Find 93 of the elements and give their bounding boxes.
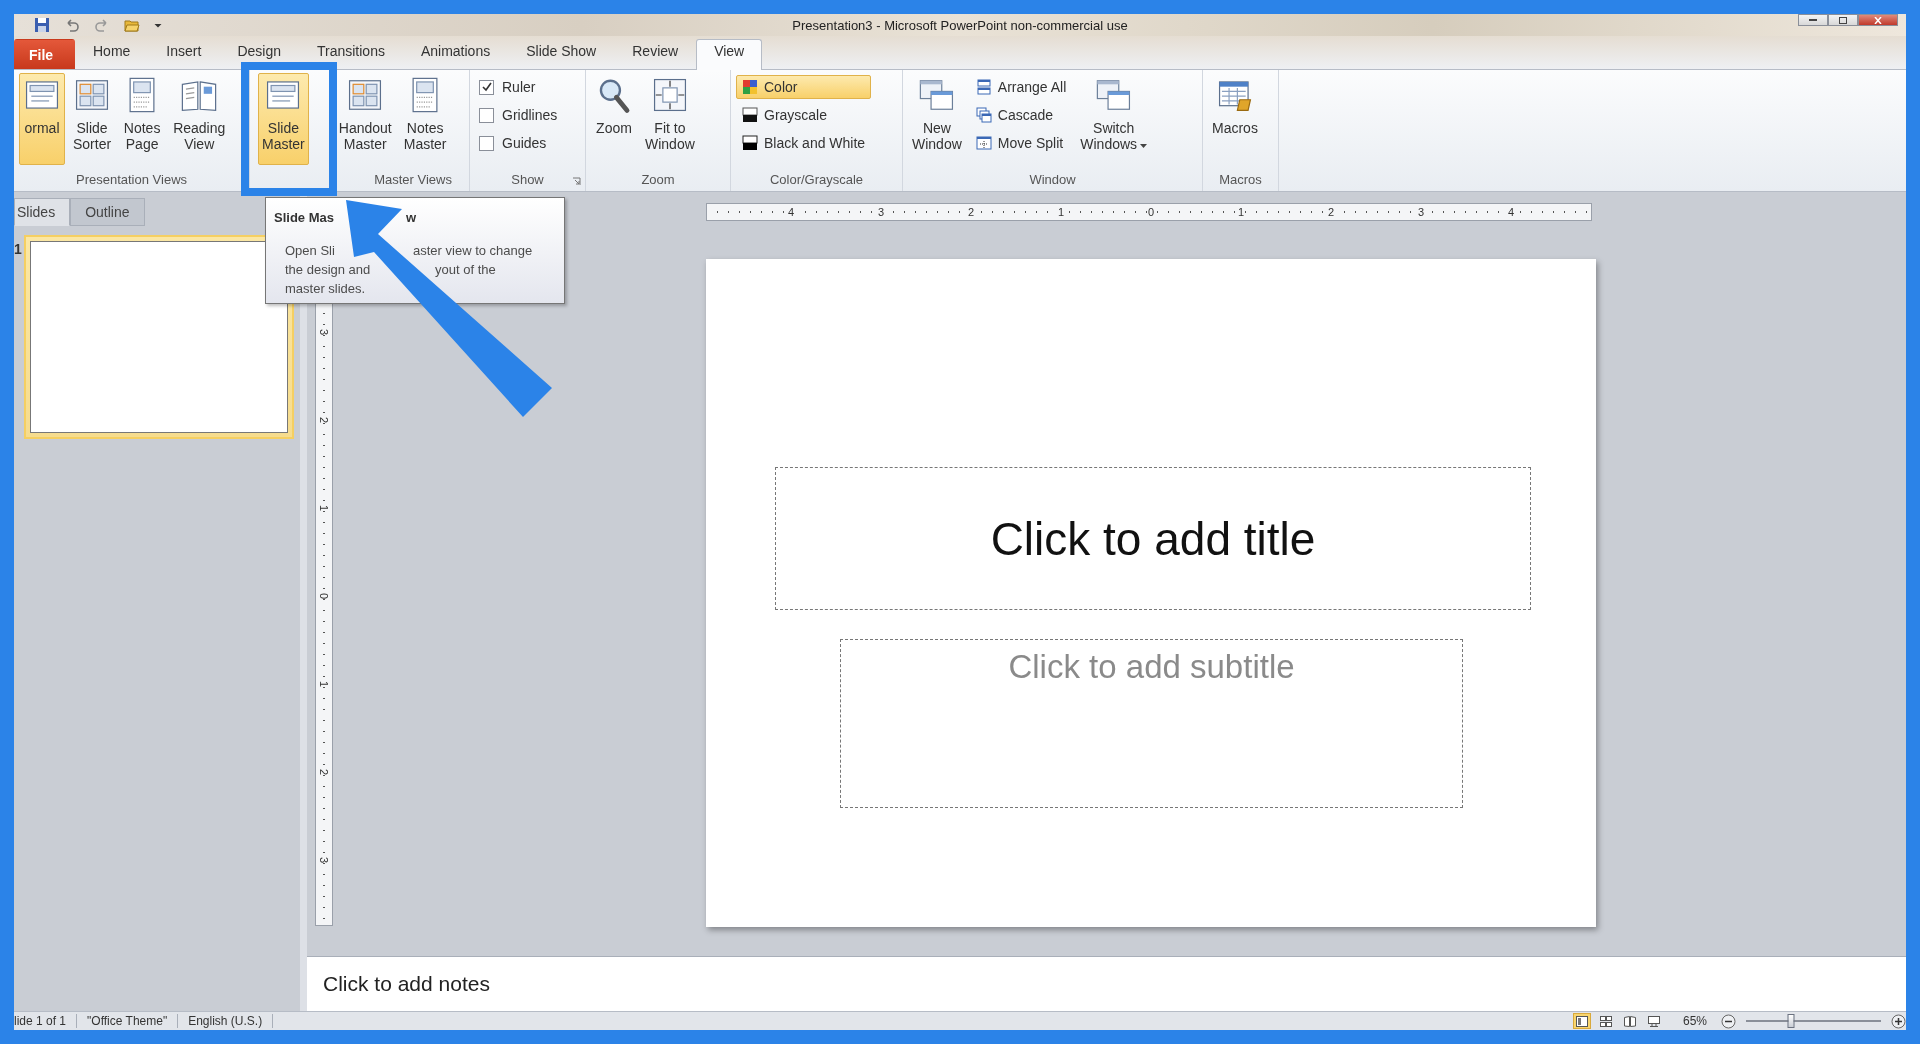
ribbon-tab[interactable]: Design [219, 39, 299, 69]
tooltip-text: Open Sli [285, 242, 335, 260]
ruler-number: 3 [318, 328, 330, 336]
folder-icon[interactable] [124, 17, 140, 33]
save-icon[interactable] [34, 17, 50, 33]
ribbon-button[interactable]: Move Split [969, 131, 1073, 155]
group-label: Zoom [641, 171, 675, 189]
ruler-number: 3 [318, 856, 330, 864]
ribbon-button[interactable]: Macros [1208, 73, 1262, 165]
pane-tab[interactable]: Slides [14, 198, 71, 226]
ribbon-button[interactable]: Slide Sorter [69, 73, 116, 165]
ruler-number: 4 [1506, 206, 1516, 218]
ribbon-tab[interactable]: Home [75, 39, 149, 69]
group-label: Window [1029, 171, 1076, 189]
ribbon-button[interactable]: Fit to Window [641, 73, 699, 165]
slider-thumb[interactable] [1787, 1014, 1795, 1028]
checkbox-label: Guides [502, 135, 547, 151]
minimize-button[interactable] [1798, 14, 1828, 26]
swatch-icon [742, 135, 758, 151]
tooltip-text: the design and [285, 261, 371, 279]
ribbon-tab[interactable]: Insert [148, 39, 220, 69]
ribbon-button[interactable]: Handout Master [334, 73, 396, 165]
ruler-number: 1 [318, 680, 330, 688]
tooltip-text: aster view to change [413, 242, 533, 260]
ribbon-button[interactable]: Slide Master [258, 73, 309, 165]
dialog-launcher-icon[interactable] [572, 177, 581, 186]
swatch-icon [742, 107, 758, 123]
ribbon-tab[interactable]: Slide Show [508, 39, 615, 69]
group-label: Macros [1219, 171, 1262, 189]
ribbon-button[interactable]: Grayscale [736, 103, 872, 127]
ruler-number: 4 [786, 206, 796, 218]
ribbon-button[interactable]: Switch Windows [1076, 73, 1152, 165]
checkbox-label: Ruler [502, 79, 536, 95]
group-label: Presentation Views [75, 171, 187, 189]
ribbon-button[interactable]: New Window [908, 73, 966, 165]
ribbon-tab[interactable]: View [696, 39, 763, 70]
view-button[interactable] [1572, 1013, 1591, 1029]
ruler-number: 1 [318, 504, 330, 512]
minimize-icon [1809, 18, 1817, 22]
ruler-number: 3 [876, 206, 886, 218]
ribbon-tab[interactable]: File [14, 39, 75, 69]
window-title: Presentation3 - Microsoft PowerPoint non-commercial use [792, 17, 1128, 33]
zoom-out-icon[interactable] [1721, 1013, 1736, 1029]
ribbon-button[interactable]: ormal [19, 73, 65, 165]
close-icon [1874, 16, 1882, 24]
slide-number: 1 [14, 240, 22, 257]
group-label: Show [511, 171, 544, 189]
status-text: "Office Theme" [77, 1014, 179, 1028]
tooltip-title: w [406, 210, 417, 225]
ribbon-button[interactable]: Color [736, 75, 872, 99]
color-swatch-icon [742, 79, 758, 95]
ruler-number: 2 [966, 206, 976, 218]
checkbox-label: Gridlines [502, 107, 558, 123]
undo-icon[interactable] [64, 17, 80, 33]
close-button[interactable] [1858, 14, 1898, 26]
ribbon-tab[interactable]: Review [614, 39, 697, 69]
title-placeholder[interactable]: Click to add title [775, 467, 1531, 610]
notes-field[interactable]: Click to add notes [307, 956, 1906, 1011]
status-text: English (U.S.) [178, 1014, 274, 1028]
ruler-number: 1 [1056, 206, 1066, 218]
ribbon-button[interactable]: Black and White [736, 131, 872, 155]
checkbox[interactable] [479, 79, 494, 95]
maximize-button[interactable] [1828, 14, 1858, 26]
checkbox[interactable] [479, 107, 494, 123]
checkbox[interactable] [479, 135, 494, 151]
ruler-number: 1 [1236, 206, 1246, 218]
tooltip-text: master slides. [285, 280, 366, 298]
ribbon-button[interactable]: Notes Page [119, 73, 166, 165]
maximize-icon [1839, 16, 1847, 24]
split-window-icon [975, 135, 992, 151]
ribbon-tab[interactable]: Animations [402, 39, 509, 69]
status-text: lide 1 of 1 [14, 1014, 78, 1028]
group-label: Master Views [374, 171, 452, 189]
ribbon-button[interactable]: Arrange All [969, 75, 1073, 99]
zoom-in-icon[interactable] [1891, 1013, 1906, 1029]
cascade-icon [975, 107, 992, 123]
group-label: Color/Grayscale [769, 171, 864, 189]
ribbon-button[interactable]: Notes Master [399, 73, 451, 165]
ribbon-button[interactable]: Zoom [591, 73, 637, 165]
ribbon-button[interactable]: Cascade [969, 103, 1073, 127]
pane-tab[interactable]: Outline [70, 198, 145, 226]
ruler-number: 3 [1416, 206, 1426, 218]
ruler-number: 2 [318, 768, 330, 776]
tooltip-title: Slide Mas [274, 210, 334, 225]
stacked-windows-icon [975, 79, 992, 95]
ruler-number: 2 [1326, 206, 1336, 218]
tooltip-text: yout of the [435, 261, 496, 279]
ruler-number: 2 [318, 416, 330, 424]
zoom-level: 65% [1682, 1014, 1707, 1028]
ruler-number: 0 [318, 592, 330, 600]
ribbon-button[interactable]: Reading View [169, 73, 230, 165]
ruler-number: 0 [1146, 206, 1156, 218]
ribbon-tab[interactable]: Transitions [298, 39, 403, 69]
